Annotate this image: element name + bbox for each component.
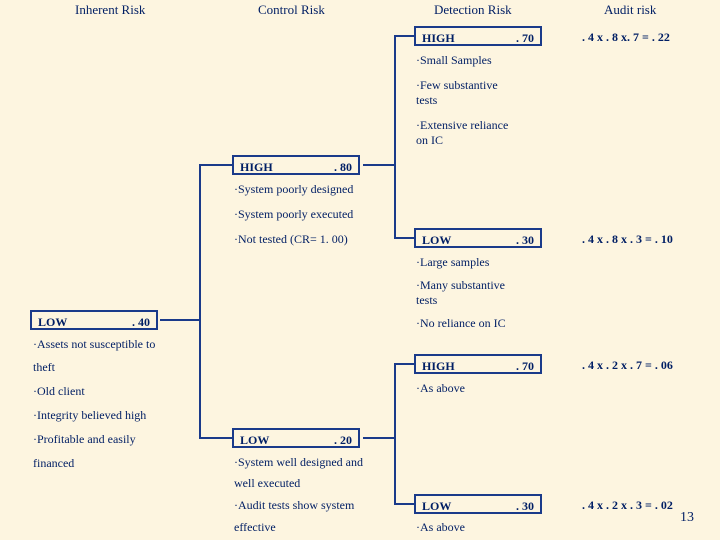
ir-note-2: theft <box>33 360 55 374</box>
detection-box-2: LOW . 30 <box>414 228 542 248</box>
dr4-note-1: ·As above <box>416 520 465 534</box>
cr-low-note-2: well executed <box>234 476 300 490</box>
audit-3: . 4 x . 2 x . 7 = . 06 <box>582 358 673 373</box>
cr-low-note-4: effective <box>234 520 276 534</box>
dr2-note-3: ·No reliance on IC <box>416 316 506 330</box>
dr3-note-1: ·As above <box>416 381 465 395</box>
ir-note-6: financed <box>33 456 74 470</box>
header-detection: Detection Risk <box>434 2 512 18</box>
header-control: Control Risk <box>258 2 325 18</box>
audit-1: . 4 x . 8 x. 7 = . 22 <box>582 30 670 45</box>
control-box-low: LOW . 20 <box>232 428 360 448</box>
cr-low-note-3: ·Audit tests show system <box>234 498 354 512</box>
dr2-note-2b: tests <box>416 293 437 307</box>
control-high-value: . 80 <box>334 157 352 177</box>
dr1-note-3b: on IC <box>416 133 443 147</box>
ir-note-3: ·Old client <box>33 384 85 398</box>
inherent-low-value: . 40 <box>132 312 150 332</box>
cr-high-note-1: ·System poorly designed <box>234 182 353 196</box>
cr-low-note-1: ·System well designed and <box>234 455 363 469</box>
dr1-note-1: ·Small Samples <box>416 53 492 67</box>
detection-4-label: LOW <box>422 496 451 516</box>
control-box-high: HIGH . 80 <box>232 155 360 175</box>
control-high-label: HIGH <box>240 157 273 177</box>
control-low-value: . 20 <box>334 430 352 450</box>
detection-2-value: . 30 <box>516 230 534 250</box>
detection-4-value: . 30 <box>516 496 534 516</box>
dr1-note-2: ·Few substantive <box>416 78 498 92</box>
dr1-note-2b: tests <box>416 93 437 107</box>
dr1-note-3: ·Extensive reliance <box>416 118 508 132</box>
dr2-note-2: ·Many substantive <box>416 278 505 292</box>
page-number: 13 <box>680 510 694 526</box>
ir-note-4: ·Integrity believed high <box>33 408 146 422</box>
detection-1-label: HIGH <box>422 28 455 48</box>
ir-note-5: ·Profitable and easily <box>33 432 136 446</box>
detection-3-label: HIGH <box>422 356 455 376</box>
control-low-label: LOW <box>240 430 269 450</box>
detection-box-1: HIGH . 70 <box>414 26 542 46</box>
detection-1-value: . 70 <box>516 28 534 48</box>
inherent-low-label: LOW <box>38 312 67 332</box>
dr2-note-1: ·Large samples <box>416 255 489 269</box>
ir-note-1: ·Assets not susceptible to <box>33 337 155 351</box>
detection-3-value: . 70 <box>516 356 534 376</box>
header-inherent: Inherent Risk <box>75 2 145 18</box>
detection-2-label: LOW <box>422 230 451 250</box>
detection-box-3: HIGH . 70 <box>414 354 542 374</box>
detection-box-4: LOW . 30 <box>414 494 542 514</box>
audit-2: . 4 x . 8 x . 3 = . 10 <box>582 232 673 247</box>
header-audit: Audit risk <box>604 2 656 18</box>
inherent-box-low: LOW . 40 <box>30 310 158 330</box>
cr-high-note-2: ·System poorly executed <box>234 207 353 221</box>
audit-4: . 4 x . 2 x . 3 = . 02 <box>582 498 673 513</box>
cr-high-note-3: ·Not tested (CR= 1. 00) <box>234 232 348 246</box>
